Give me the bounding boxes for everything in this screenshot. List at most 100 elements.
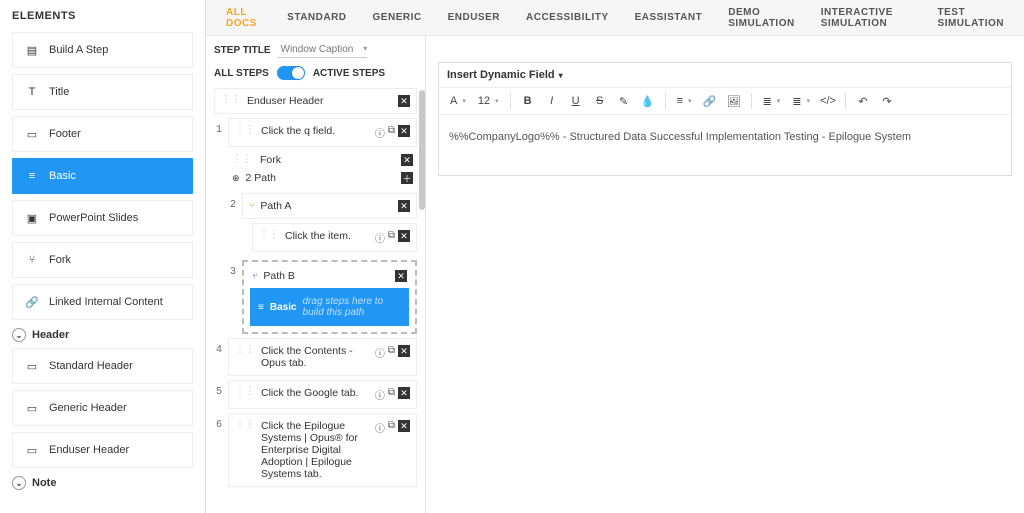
step-6[interactable]: ⋮⋮ Click the Epilogue Systems | Opus® fo…	[228, 413, 417, 487]
strike-button[interactable]: S	[591, 92, 609, 110]
step-number	[214, 151, 224, 157]
info-icon[interactable]: ⓘ	[375, 125, 385, 140]
element-build-a-step[interactable]: ▤ Build A Step	[12, 32, 193, 68]
copy-icon[interactable]: ⧉	[388, 387, 395, 402]
delete-icon[interactable]: ✕	[395, 270, 407, 282]
path-a-header[interactable]: ⑂ Path A ✕	[242, 193, 417, 219]
delete-icon[interactable]: ✕	[398, 230, 410, 242]
info-icon[interactable]: ⓘ	[375, 420, 385, 435]
info-icon[interactable]: ⓘ	[375, 387, 385, 402]
fork-path-icon: ⑂	[252, 271, 257, 281]
drop-hint: drag steps here to build this path	[303, 296, 401, 318]
stairs-icon: ▤	[25, 43, 39, 57]
grip-icon[interactable]: ⋮⋮	[221, 95, 241, 105]
grip-icon[interactable]: ⋮⋮	[232, 155, 252, 165]
tab-demo-sim[interactable]: DEMO SIMULATION	[728, 7, 794, 29]
font-size-select[interactable]: 12	[475, 92, 502, 110]
grip-icon[interactable]: ⋮⋮	[235, 345, 255, 355]
delete-icon[interactable]: ✕	[398, 420, 410, 432]
list-ul-select[interactable]: ≣	[760, 92, 784, 110]
image-button[interactable]: 🖼	[725, 92, 743, 110]
copy-icon[interactable]: ⧉	[388, 345, 395, 360]
path-b-header[interactable]: ⑂ Path B ✕	[250, 268, 409, 288]
step-title-select[interactable]: Window Caption	[277, 42, 368, 58]
tab-eassistant[interactable]: EASSISTANT	[635, 12, 703, 23]
step-1[interactable]: ⋮⋮ Click the q field. ⓘ ⧉ ✕	[228, 118, 417, 147]
underline-button[interactable]: U	[567, 92, 585, 110]
element-label: Footer	[49, 128, 81, 140]
tab-generic[interactable]: GENERIC	[373, 12, 422, 23]
delete-icon[interactable]: ✕	[398, 345, 410, 357]
element-enduser-header[interactable]: ▭ Enduser Header	[12, 432, 193, 468]
steps-filter-row: ALL STEPS ACTIVE STEPS	[214, 66, 417, 80]
delete-icon[interactable]: ✕	[401, 154, 413, 166]
step-5[interactable]: ⋮⋮ Click the Google tab. ⓘ ⧉ ✕	[228, 380, 417, 409]
tab-accessibility[interactable]: ACCESSIBILITY	[526, 12, 609, 23]
copy-icon[interactable]: ⧉	[388, 230, 395, 245]
add-path-icon[interactable]: ＋	[401, 172, 413, 184]
element-powerpoint[interactable]: ▣ PowerPoint Slides	[12, 200, 193, 236]
element-basic[interactable]: ≡ Basic	[12, 158, 193, 194]
step-header[interactable]: ⋮⋮ Enduser Header ✕	[214, 88, 417, 114]
italic-button[interactable]: I	[543, 92, 561, 110]
element-footer[interactable]: ▭ Footer	[12, 116, 193, 152]
copy-icon[interactable]: ⧉	[388, 420, 395, 435]
insert-dynamic-field-dropdown[interactable]: Insert Dynamic Field	[439, 63, 1011, 88]
copy-icon[interactable]: ⧉	[388, 125, 395, 140]
step-text: Click the Google tab.	[261, 387, 369, 399]
scrollbar-thumb[interactable]	[419, 90, 425, 210]
element-linked-content[interactable]: 🔗 Linked Internal Content	[12, 284, 193, 320]
element-fork[interactable]: ⑂ Fork	[12, 242, 193, 278]
delete-icon[interactable]: ✕	[398, 387, 410, 399]
basic-icon: ≡	[258, 302, 264, 313]
tab-standard[interactable]: STANDARD	[287, 12, 346, 23]
grip-icon[interactable]: ⋮⋮	[259, 230, 279, 240]
fork-label: Fork	[260, 154, 395, 166]
grip-icon[interactable]: ⋮⋮	[235, 125, 255, 135]
editor-content[interactable]: %%CompanyLogo%% - Structured Data Succes…	[439, 115, 1011, 175]
list-ol-select[interactable]: ≣	[789, 92, 813, 110]
section-note-toggle[interactable]: ⌄ Note	[12, 476, 193, 490]
step-4[interactable]: ⋮⋮ Click the Contents - Opus tab. ⓘ ⧉ ✕	[228, 338, 417, 376]
fork-path-icon: ⑂	[249, 201, 254, 211]
grip-icon[interactable]: ⋮⋮	[235, 387, 255, 397]
delete-icon[interactable]: ✕	[398, 95, 410, 107]
undo-button[interactable]: ↶	[854, 92, 872, 110]
path-label: Path B	[263, 270, 389, 282]
code-button[interactable]: </>	[819, 92, 837, 110]
section-note-label: Note	[32, 477, 56, 489]
footer-icon: ▭	[25, 127, 39, 141]
steps-toggle[interactable]	[277, 66, 305, 80]
highlight-button[interactable]: ✎	[615, 92, 633, 110]
editor-panel: Insert Dynamic Field A 12 B I U S ✎ 💧 ≡ …	[426, 0, 1024, 513]
font-family-select[interactable]: A	[447, 92, 469, 110]
tab-interactive-sim[interactable]: INTERACTIVE SIMULATION	[821, 7, 912, 29]
info-icon[interactable]: ⓘ	[375, 345, 385, 360]
expand-icon[interactable]: ⊕	[232, 173, 240, 184]
tab-all-docs[interactable]: ALL DOCS	[226, 7, 261, 29]
tab-test-sim[interactable]: TEST SIMULATION	[938, 7, 1004, 29]
path-count: 2 Path	[246, 172, 395, 184]
step-text: Enduser Header	[247, 95, 392, 107]
grip-icon[interactable]: ⋮⋮	[235, 420, 255, 430]
delete-icon[interactable]: ✕	[398, 125, 410, 137]
path-a-step[interactable]: ⋮⋮ Click the item. ⓘ ⧉ ✕	[252, 223, 417, 252]
link-button[interactable]: 🔗	[701, 92, 719, 110]
align-select[interactable]: ≡	[674, 92, 695, 110]
redo-button[interactable]: ↷	[878, 92, 896, 110]
delete-icon[interactable]: ✕	[398, 200, 410, 212]
element-title[interactable]: T Title	[12, 74, 193, 110]
section-header-toggle[interactable]: ⌄ Header	[12, 328, 193, 342]
element-standard-header[interactable]: ▭ Standard Header	[12, 348, 193, 384]
separator	[665, 93, 666, 109]
element-label: PowerPoint Slides	[49, 212, 138, 224]
elements-panel: ELEMENTS ▤ Build A Step T Title ▭ Footer…	[0, 0, 206, 513]
step-number: 1	[214, 118, 224, 135]
step-title-row: STEP TITLE Window Caption	[214, 42, 417, 58]
info-icon[interactable]: ⓘ	[375, 230, 385, 245]
color-button[interactable]: 💧	[639, 92, 657, 110]
tab-enduser[interactable]: ENDUSER	[448, 12, 500, 23]
path-b-drop-zone[interactable]: ⑂ Path B ✕ ≡ Basic drag steps here to bu…	[242, 260, 417, 334]
element-generic-header[interactable]: ▭ Generic Header	[12, 390, 193, 426]
bold-button[interactable]: B	[519, 92, 537, 110]
